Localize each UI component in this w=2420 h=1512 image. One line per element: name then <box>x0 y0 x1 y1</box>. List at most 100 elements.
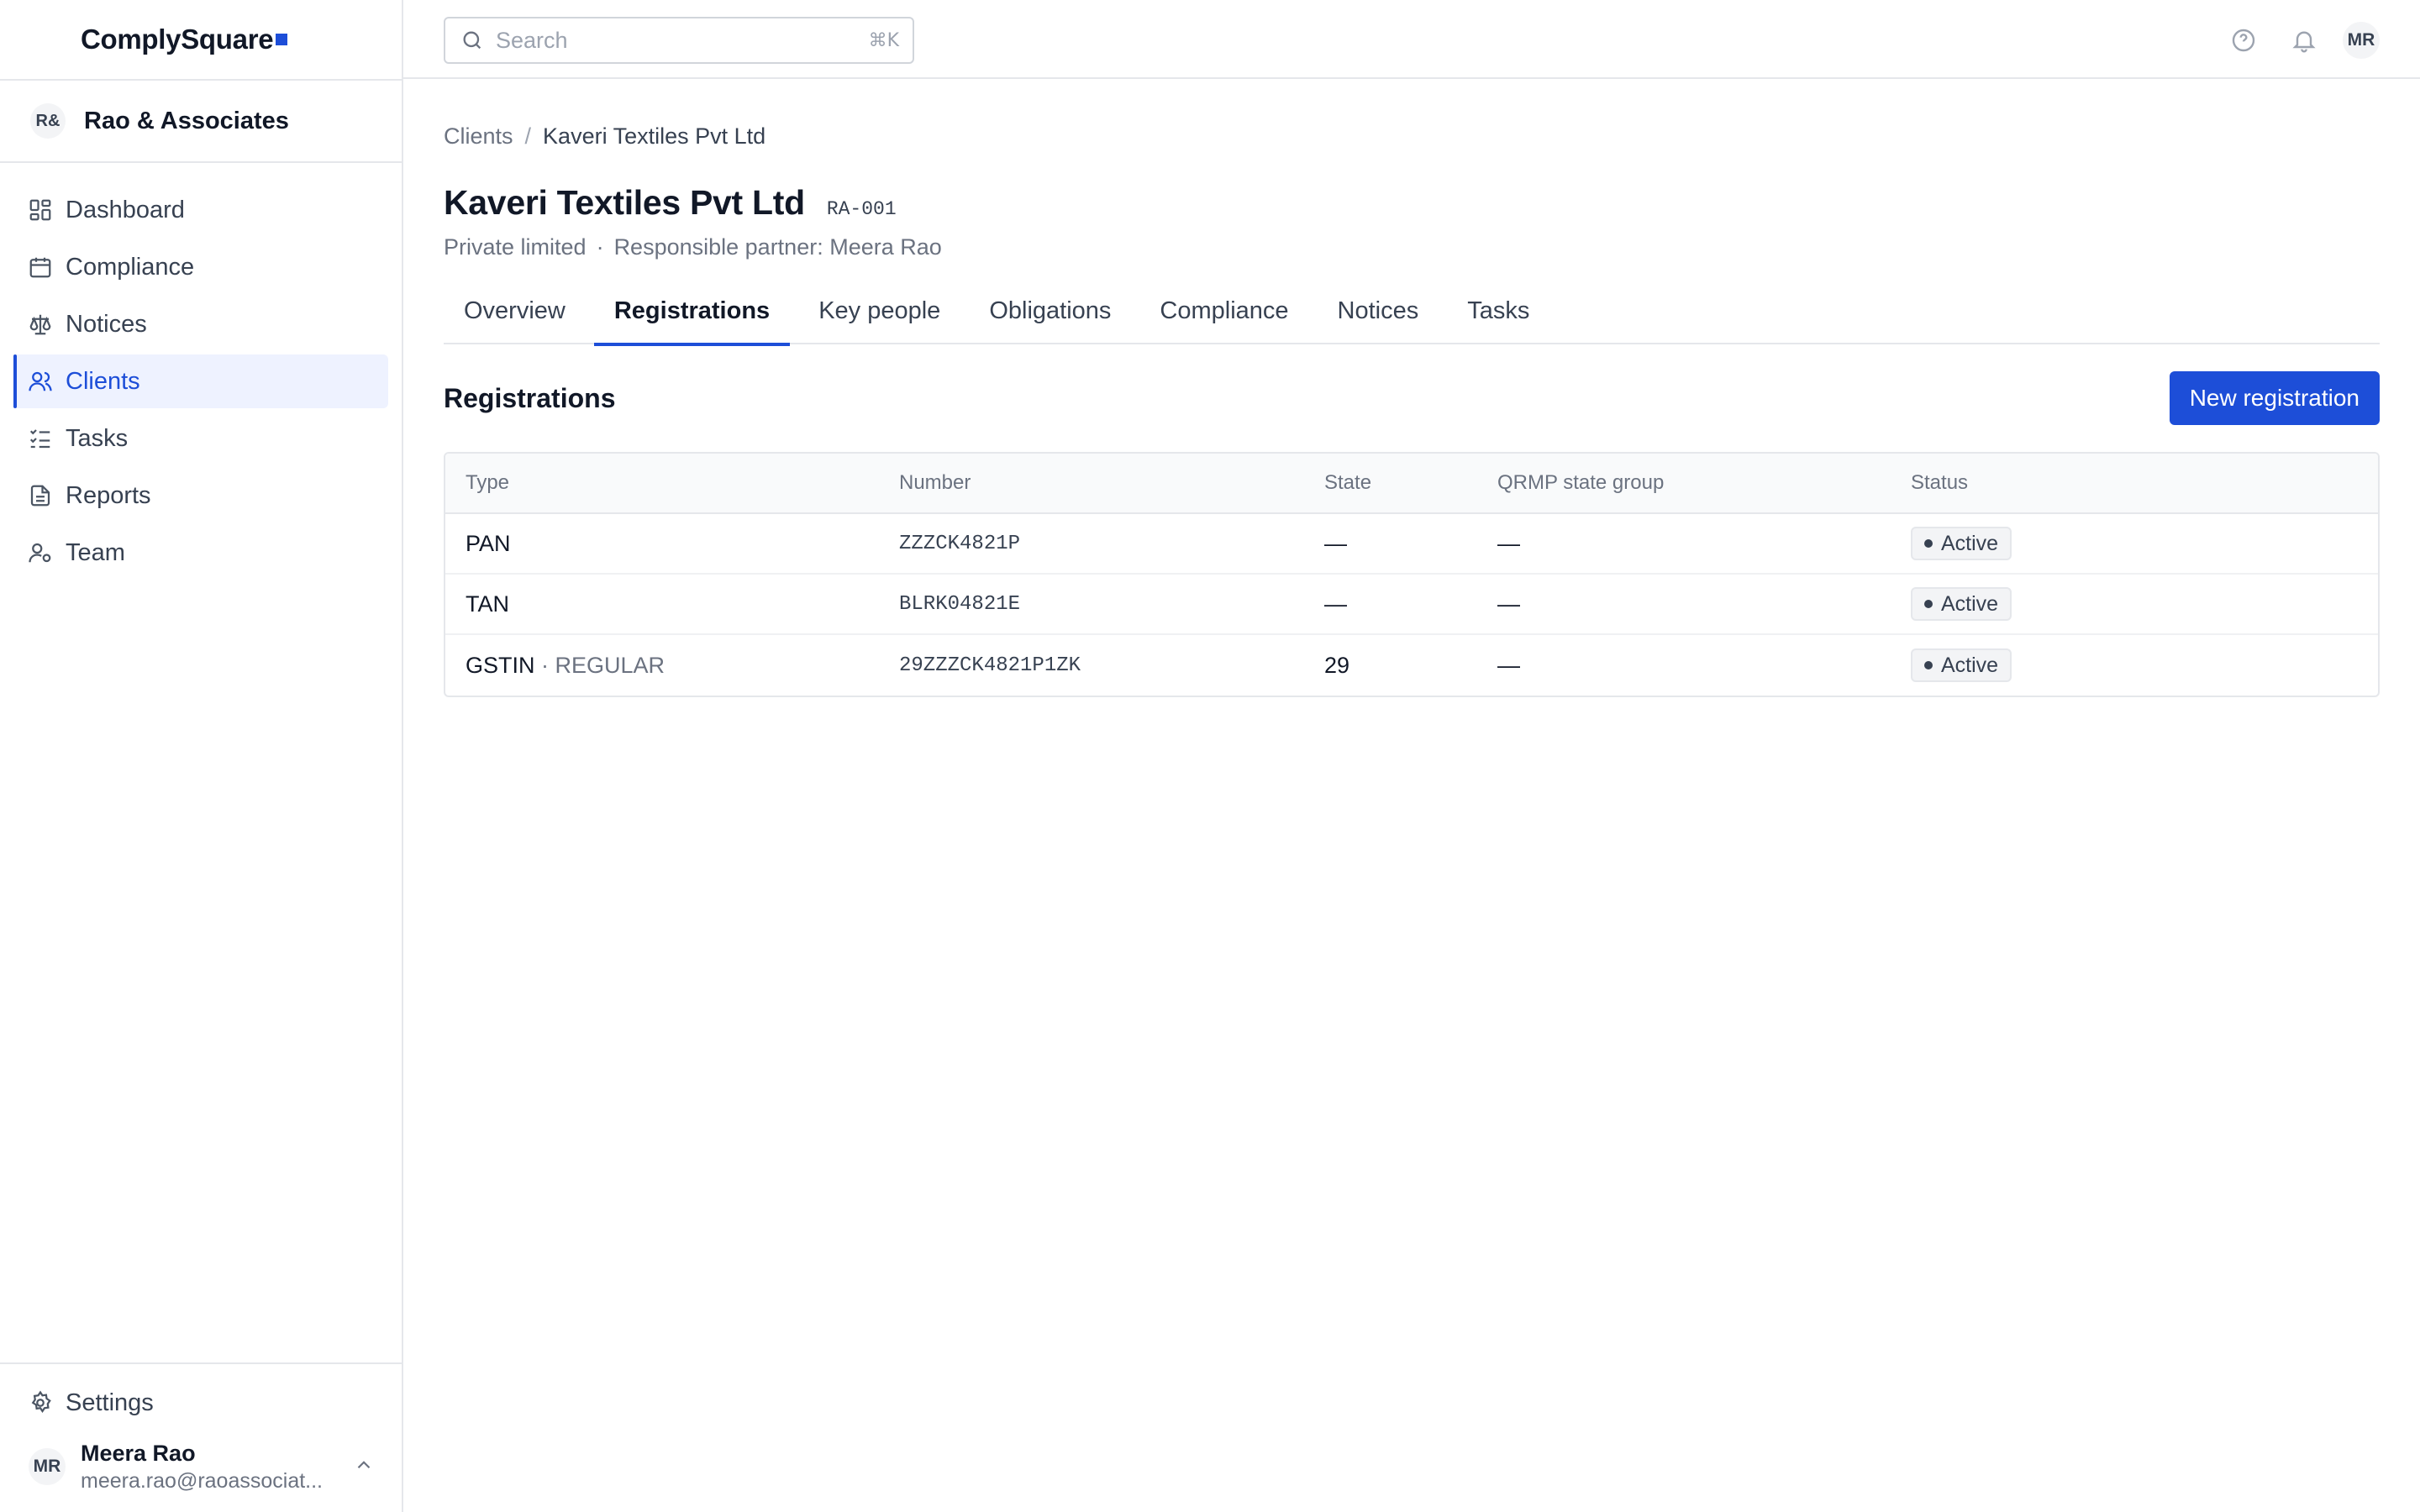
help-icon[interactable] <box>2227 24 2260 57</box>
status-label: Active <box>1941 531 1999 555</box>
sidebar-item-tasks[interactable]: Tasks <box>13 412 388 465</box>
sidebar-item-label: Dashboard <box>66 196 185 223</box>
search-input[interactable]: Search ⌘K <box>444 17 914 64</box>
sidebar-item-label: Compliance <box>66 253 195 281</box>
cell-state: — <box>1324 591 1347 617</box>
user-name: Meera Rao <box>81 1441 196 1466</box>
column-header-number[interactable]: Number <box>879 471 1304 495</box>
table-row[interactable]: TAN BLRK04821E — — Active <box>445 575 2378 635</box>
sidebar-nav: Dashboard Compliance Notices Clients Tas… <box>0 163 402 580</box>
scale-icon <box>27 311 54 338</box>
topbar: Search ⌘K MR <box>403 0 2420 79</box>
sidebar-item-dashboard[interactable]: Dashboard <box>13 183 388 237</box>
user-cog-icon <box>27 539 54 566</box>
cell-qrmp: — <box>1497 652 1520 678</box>
registration-subtype: · REGULAR <box>541 652 666 678</box>
table-row[interactable]: GSTIN · REGULAR 29ZZZCK4821P1ZK 29 — Act… <box>445 635 2378 696</box>
cell-number: 29ZZZCK4821P1ZK <box>899 654 1081 677</box>
title-row: Kaveri Textiles Pvt Ltd RA-001 <box>444 183 2380 223</box>
table-header: Type Number State QRMP state group Statu… <box>445 454 2378 514</box>
sidebar-item-clients[interactable]: Clients <box>13 354 388 408</box>
column-header-state[interactable]: State <box>1304 471 1477 495</box>
registration-type: TAN <box>466 591 509 617</box>
sidebar: ComplySquare R& Rao & Associates Dashboa… <box>0 0 403 1512</box>
page-title: Kaveri Textiles Pvt Ltd <box>444 183 805 222</box>
users-icon <box>27 368 54 395</box>
brand-name: ComplySquare <box>81 24 274 55</box>
checklist-icon <box>27 425 54 452</box>
org-switcher[interactable]: R& Rao & Associates <box>0 81 402 163</box>
calendar-icon <box>27 254 54 281</box>
main-content: Clients / Kaveri Textiles Pvt Ltd Kaveri… <box>444 79 2380 697</box>
table-row[interactable]: PAN ZZZCK4821P — — Active <box>445 514 2378 575</box>
entity-type: Private limited <box>444 234 587 260</box>
user-menu[interactable]: MR Meera Rao meera.rao@raoassociat... <box>0 1436 402 1497</box>
tab-bar: Overview Registrations Key people Obliga… <box>444 294 2380 346</box>
document-icon <box>27 482 54 509</box>
registration-type: GSTIN <box>466 652 535 678</box>
sidebar-item-label: Clients <box>66 367 140 395</box>
status-label: Active <box>1941 591 1999 616</box>
section-header: Registrations New registration <box>444 371 2380 425</box>
status-dot-icon <box>1924 661 1933 669</box>
responsible-partner: Responsible partner: Meera Rao <box>613 234 942 260</box>
status-label: Active <box>1941 653 1999 677</box>
brand[interactable]: ComplySquare <box>0 0 402 81</box>
sidebar-item-label: Tasks <box>66 424 129 452</box>
bell-icon[interactable] <box>2287 24 2321 57</box>
cell-qrmp: — <box>1497 530 1520 556</box>
sidebar-item-notices[interactable]: Notices <box>13 297 388 351</box>
status-dot-icon <box>1924 600 1933 608</box>
column-header-type[interactable]: Type <box>445 471 879 495</box>
avatar: MR <box>29 1448 66 1485</box>
registrations-table: Type Number State QRMP state group Statu… <box>444 452 2380 697</box>
org-name: Rao & Associates <box>84 107 289 134</box>
avatar[interactable]: MR <box>2343 22 2380 59</box>
breadcrumb: Clients / Kaveri Textiles Pvt Ltd <box>444 121 2380 151</box>
user-info: Meera Rao meera.rao@raoassociat... <box>81 1439 333 1494</box>
column-header-qrmp[interactable]: QRMP state group <box>1477 471 1891 495</box>
dashboard-icon <box>27 197 54 223</box>
client-code: RA-001 <box>826 198 897 220</box>
sidebar-item-compliance[interactable]: Compliance <box>13 240 388 294</box>
cell-qrmp: — <box>1497 591 1520 617</box>
topbar-actions: MR <box>2200 22 2380 59</box>
tab-tasks[interactable]: Tasks <box>1447 294 1549 344</box>
sidebar-item-label: Notices <box>66 310 147 338</box>
sidebar-item-label: Reports <box>66 481 151 509</box>
column-header-status[interactable]: Status <box>1891 471 2378 495</box>
tab-overview[interactable]: Overview <box>444 294 586 344</box>
cell-status: Active <box>1891 587 2378 621</box>
sidebar-item-settings[interactable]: Settings <box>13 1376 388 1430</box>
sidebar-footer: Settings MR Meera Rao meera.rao@raoassoc… <box>0 1362 402 1512</box>
client-meta: Private limited · Responsible partner: Mee… <box>444 234 2380 260</box>
registration-type: PAN <box>466 530 511 556</box>
new-registration-button[interactable]: New registration <box>2169 371 2380 425</box>
status-dot-icon <box>1924 539 1933 548</box>
cell-state: — <box>1324 530 1347 556</box>
cell-number: BLRK04821E <box>899 592 1021 616</box>
search-placeholder: Search <box>496 27 568 53</box>
sidebar-item-reports[interactable]: Reports <box>13 469 388 522</box>
brand-mark-icon <box>276 34 288 45</box>
sidebar-item-team[interactable]: Team <box>13 526 388 580</box>
tab-registrations[interactable]: Registrations <box>593 294 791 346</box>
tab-key-people[interactable]: Key people <box>798 294 960 344</box>
user-email: meera.rao@raoassociat... <box>81 1469 324 1493</box>
tab-compliance[interactable]: Compliance <box>1139 294 1308 344</box>
cell-type: PAN <box>445 531 879 557</box>
cell-type: GSTIN · REGULAR <box>445 653 879 679</box>
search-icon <box>460 29 484 52</box>
tab-notices[interactable]: Notices <box>1318 294 1439 344</box>
tab-obligations[interactable]: Obligations <box>969 294 1131 344</box>
cell-status: Active <box>1891 648 2378 682</box>
cell-type: TAN <box>445 591 879 617</box>
section-title: Registrations <box>444 382 616 413</box>
breadcrumb-link-clients[interactable]: Clients <box>444 123 513 150</box>
cell-number: ZZZCK4821P <box>899 532 1021 555</box>
chevron-up-icon[interactable] <box>353 1454 375 1480</box>
status-badge: Active <box>1911 587 2012 621</box>
breadcrumb-separator: / <box>524 123 532 149</box>
cell-status: Active <box>1891 527 2378 560</box>
sidebar-item-label: Team <box>66 538 125 566</box>
